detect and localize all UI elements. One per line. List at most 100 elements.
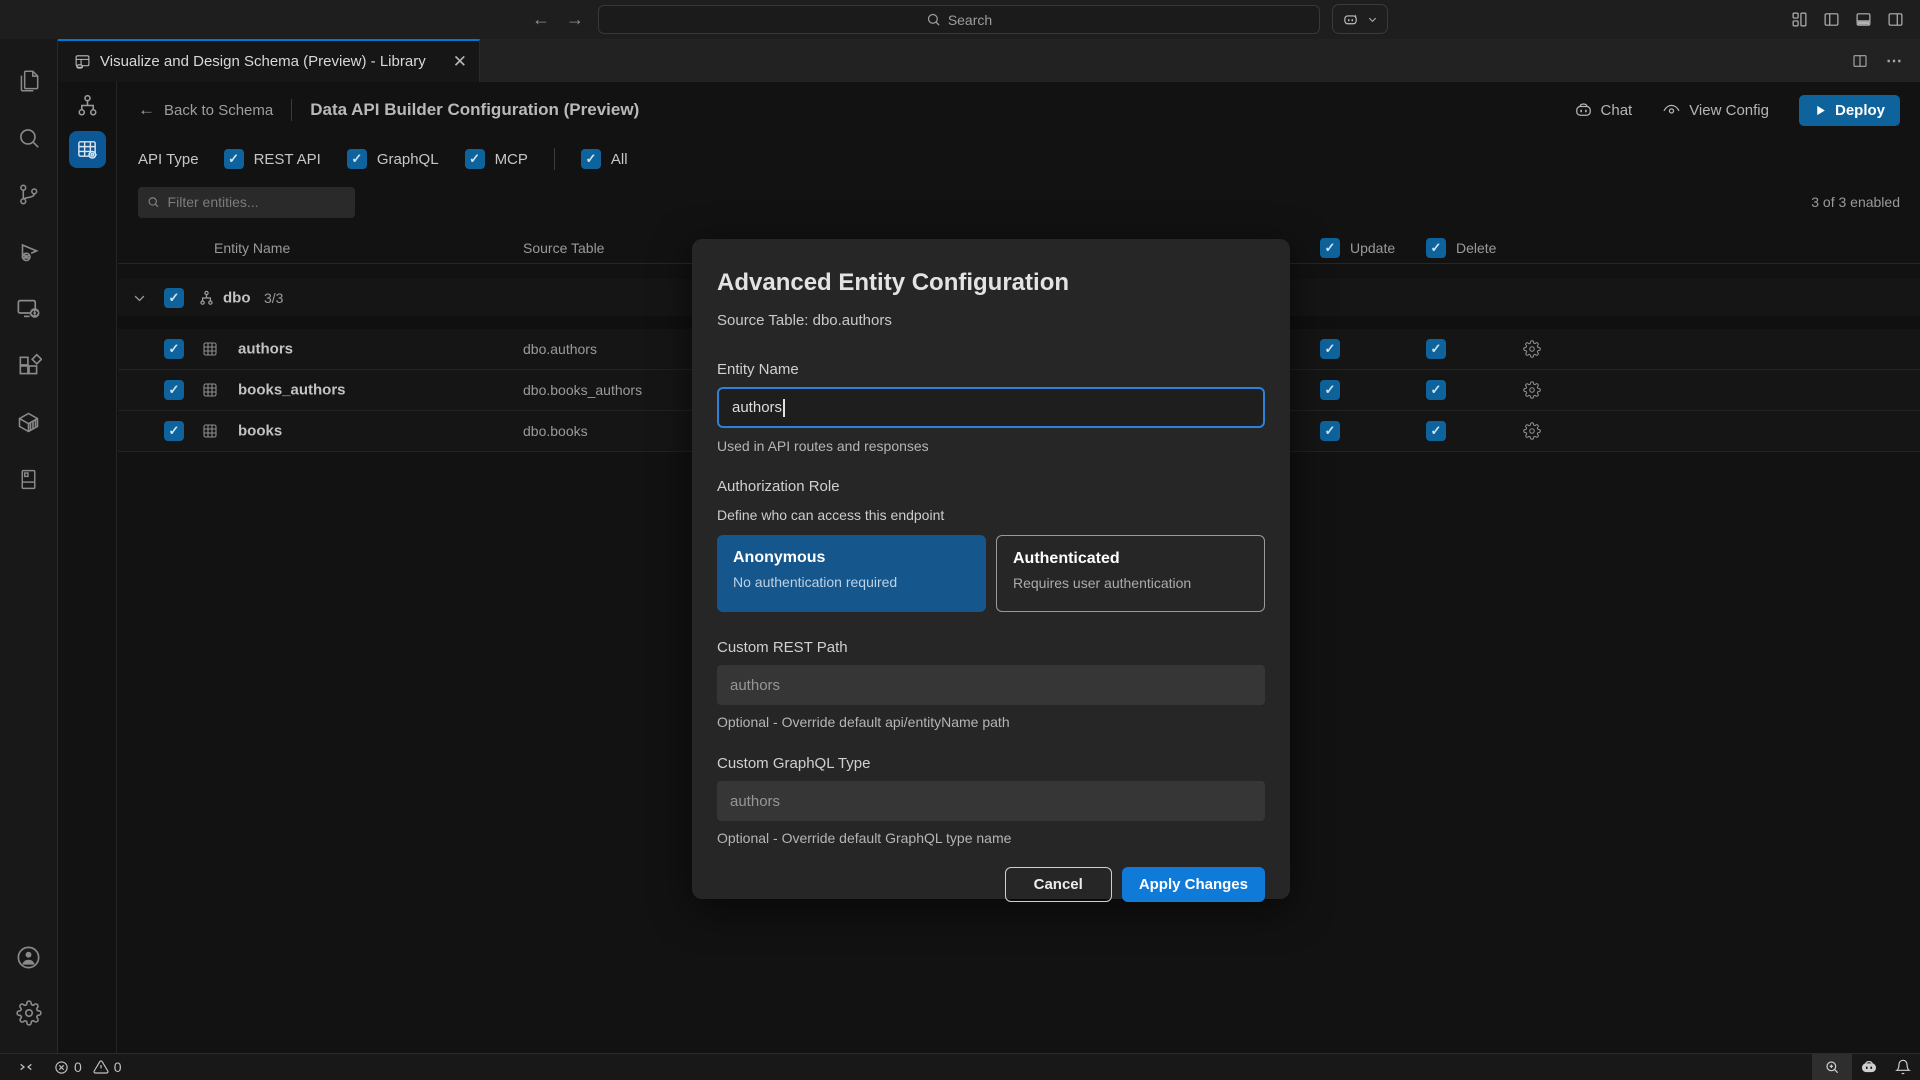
title-bar: ← → Search: [0, 0, 1920, 39]
row-update-checkbox[interactable]: [1320, 421, 1340, 441]
row-settings-gear-icon[interactable]: [1523, 340, 1541, 358]
cancel-button[interactable]: Cancel: [1005, 867, 1112, 902]
entity-source: dbo.books_authors: [523, 382, 642, 398]
authenticated-description: Requires user authentication: [1013, 575, 1248, 591]
row-delete-checkbox[interactable]: [1426, 339, 1446, 359]
search-icon: [147, 195, 160, 209]
custom-rest-path-input[interactable]: [717, 665, 1265, 705]
row-settings-gear-icon[interactable]: [1523, 381, 1541, 399]
anonymous-title: Anonymous: [733, 549, 970, 567]
activity-bar: [0, 39, 58, 1053]
toggle-primary-sidebar-icon[interactable]: [1823, 11, 1840, 28]
status-bar: 0 0: [0, 1053, 1920, 1080]
all-label: All: [611, 151, 628, 168]
tab-icon: [74, 53, 91, 70]
rest-api-filter[interactable]: REST API: [224, 149, 321, 169]
toggle-secondary-sidebar-icon[interactable]: [1887, 11, 1904, 28]
entity-name-helper: Used in API routes and responses: [717, 438, 1265, 454]
eye-icon: [1662, 101, 1681, 120]
entity-name: authors: [238, 341, 293, 358]
search-placeholder: Search: [948, 12, 992, 28]
filter-entities-input[interactable]: [138, 187, 355, 218]
rest-api-checkbox[interactable]: [224, 149, 244, 169]
more-actions-icon[interactable]: ⋯: [1886, 51, 1904, 71]
settings-gear-icon[interactable]: [15, 985, 42, 1041]
authenticated-role-card[interactable]: Authenticated Requires user authenticati…: [996, 535, 1265, 612]
tab-close-icon[interactable]: ✕: [453, 52, 467, 72]
row-settings-gear-icon[interactable]: [1523, 422, 1541, 440]
customize-layout-icon[interactable]: [1791, 11, 1808, 28]
command-center-search[interactable]: Search: [598, 5, 1320, 34]
history-forward-button[interactable]: →: [566, 9, 584, 30]
search-icon: [926, 12, 941, 27]
entity-name: books: [238, 423, 282, 440]
custom-graphql-type-label: Custom GraphQL Type: [717, 755, 1265, 772]
source-control-icon[interactable]: [0, 166, 57, 223]
chevron-down-icon[interactable]: [132, 290, 147, 305]
run-debug-icon[interactable]: [0, 223, 57, 280]
vscode-window: ← → Search: [0, 0, 1920, 1080]
text-caret: [783, 399, 785, 417]
webview-rail: [58, 82, 117, 1053]
row-update-checkbox[interactable]: [1320, 380, 1340, 400]
tab-visualize-design-schema[interactable]: Visualize and Design Schema (Preview) - …: [58, 39, 480, 82]
mcp-checkbox[interactable]: [465, 149, 485, 169]
view-config-button[interactable]: View Config: [1662, 101, 1769, 120]
graphql-checkbox[interactable]: [347, 149, 367, 169]
row-update-checkbox[interactable]: [1320, 339, 1340, 359]
deploy-button[interactable]: Deploy: [1799, 95, 1900, 126]
anonymous-description: No authentication required: [733, 574, 970, 590]
extensions-icon[interactable]: [0, 337, 57, 394]
search-sidebar-icon[interactable]: [0, 109, 57, 166]
remote-indicator-icon[interactable]: [18, 1059, 34, 1075]
chat-button[interactable]: Chat: [1574, 101, 1633, 120]
row-delete-checkbox[interactable]: [1426, 421, 1446, 441]
all-filter[interactable]: All: [581, 149, 628, 169]
back-to-schema-button[interactable]: ← Back to Schema: [138, 100, 273, 120]
custom-graphql-type-helper: Optional - Override default GraphQL type…: [717, 830, 1265, 846]
apply-changes-button[interactable]: Apply Changes: [1122, 867, 1265, 902]
remote-explorer-icon[interactable]: [0, 280, 57, 337]
database-projects-icon[interactable]: [0, 451, 57, 508]
entity-name-input[interactable]: authors: [717, 387, 1265, 428]
notifications-bell-icon[interactable]: [1886, 1054, 1920, 1080]
problems-indicator[interactable]: 0 0: [54, 1059, 122, 1075]
row-checkbox[interactable]: [164, 339, 184, 359]
schema-icon: [198, 289, 215, 306]
update-column-checkbox[interactable]: [1320, 238, 1340, 258]
entity-name-value: authors: [732, 399, 782, 416]
custom-rest-path-label: Custom REST Path: [717, 639, 1265, 656]
chevron-down-icon: [1367, 14, 1378, 25]
copilot-chat-button[interactable]: [1332, 4, 1388, 34]
delete-column-checkbox[interactable]: [1426, 238, 1446, 258]
back-arrow-icon: ←: [138, 100, 155, 120]
copilot-icon: [1574, 101, 1593, 120]
zoom-in-icon: [1824, 1059, 1840, 1075]
split-editor-icon[interactable]: [1852, 53, 1868, 69]
anonymous-role-card[interactable]: Anonymous No authentication required: [717, 535, 986, 612]
container-icon[interactable]: [0, 394, 57, 451]
zoom-status-button[interactable]: [1812, 1054, 1852, 1080]
account-icon[interactable]: [15, 929, 42, 985]
play-icon: [1814, 104, 1827, 117]
rest-api-label: REST API: [254, 151, 321, 168]
api-type-label: API Type: [138, 151, 199, 168]
explorer-icon[interactable]: [0, 52, 57, 109]
mcp-filter[interactable]: MCP: [465, 149, 528, 169]
row-checkbox[interactable]: [164, 421, 184, 441]
entity-name-column-header: Entity Name: [214, 240, 290, 256]
dab-configuration-webview: ← Back to Schema Data API Builder Config…: [58, 82, 1920, 1053]
custom-graphql-type-input[interactable]: [717, 781, 1265, 821]
schema-view-icon[interactable]: [75, 93, 100, 118]
copilot-status-button[interactable]: [1852, 1054, 1886, 1080]
row-delete-checkbox[interactable]: [1426, 380, 1446, 400]
chat-label: Chat: [1601, 102, 1633, 119]
dbo-group-checkbox[interactable]: [164, 288, 184, 308]
modal-source-table: Source Table: dbo.authors: [717, 312, 1265, 329]
history-back-button[interactable]: ←: [532, 9, 550, 30]
toggle-panel-icon[interactable]: [1855, 11, 1872, 28]
all-checkbox[interactable]: [581, 149, 601, 169]
graphql-filter[interactable]: GraphQL: [347, 149, 439, 169]
row-checkbox[interactable]: [164, 380, 184, 400]
table-designer-view-button[interactable]: [69, 131, 106, 168]
